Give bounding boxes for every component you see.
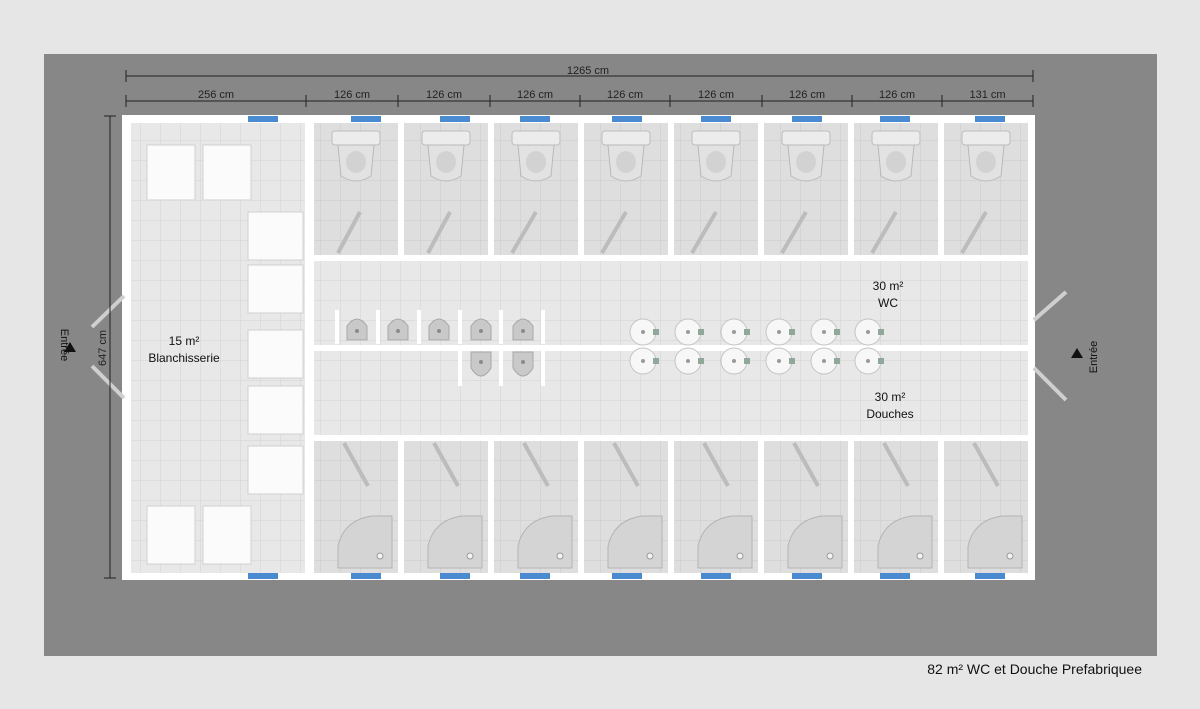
washing-machine bbox=[247, 329, 304, 379]
window bbox=[792, 573, 822, 579]
window bbox=[612, 116, 642, 122]
window bbox=[792, 116, 822, 122]
washing-machine bbox=[202, 144, 252, 201]
shower-cabin bbox=[674, 441, 758, 573]
segment-label: 126 cm bbox=[334, 89, 370, 101]
window bbox=[880, 573, 910, 579]
urinal-partition bbox=[458, 350, 462, 386]
segment-label: 126 cm bbox=[879, 89, 915, 101]
laundry-area-label: 15 m² bbox=[169, 334, 200, 348]
shower-name-label: Douches bbox=[866, 407, 913, 421]
shower-area-label: 30 m² bbox=[875, 390, 906, 404]
left-entrance-label: Entrée bbox=[58, 329, 70, 361]
wc-cabin bbox=[494, 123, 578, 255]
window bbox=[248, 116, 278, 122]
window bbox=[975, 573, 1005, 579]
right-entrance-label: Entrée bbox=[1088, 341, 1100, 373]
wc-cabin bbox=[404, 123, 488, 255]
shower-cabin bbox=[944, 441, 1028, 573]
shower-corridor bbox=[314, 351, 1028, 435]
urinal bbox=[428, 318, 450, 341]
window bbox=[440, 573, 470, 579]
washing-machine bbox=[202, 505, 252, 565]
window bbox=[701, 116, 731, 122]
wc-cabin bbox=[674, 123, 758, 255]
washing-machine bbox=[146, 144, 196, 201]
urinal bbox=[470, 318, 492, 341]
segment-label: 126 cm bbox=[789, 89, 825, 101]
wc-area-label: 30 m² bbox=[873, 279, 904, 293]
wc-cabin bbox=[854, 123, 938, 255]
window bbox=[975, 116, 1005, 122]
shower-cabin bbox=[404, 441, 488, 573]
washing-machine bbox=[247, 264, 304, 314]
urinal-partition bbox=[376, 310, 380, 344]
urinal-partition bbox=[335, 310, 339, 344]
window bbox=[248, 573, 278, 579]
shower-cabin bbox=[314, 441, 398, 573]
wc-cabin bbox=[314, 123, 398, 255]
wc-cabin bbox=[944, 123, 1028, 255]
segment-label: 126 cm bbox=[517, 89, 553, 101]
corridor-divider bbox=[314, 345, 1028, 351]
washing-machine bbox=[146, 505, 196, 565]
floor-plan: 1265 cm 256 cm 126 cm 126 cm 126 cm 126 cm 12… bbox=[44, 54, 1157, 656]
urinal bbox=[512, 318, 534, 341]
total-width-label: 1265 cm bbox=[567, 65, 609, 77]
urinal-partition bbox=[499, 350, 503, 386]
urinal bbox=[346, 318, 368, 341]
window bbox=[351, 573, 381, 579]
wc-name-label: WC bbox=[878, 296, 898, 310]
urinal bbox=[512, 351, 534, 377]
segment-label: 126 cm bbox=[698, 89, 734, 101]
window bbox=[520, 573, 550, 579]
urinal-partition bbox=[541, 350, 545, 386]
washing-machine bbox=[247, 445, 304, 495]
window bbox=[612, 573, 642, 579]
window bbox=[520, 116, 550, 122]
shower-cabin bbox=[854, 441, 938, 573]
window bbox=[701, 573, 731, 579]
depth-label: 647 cm bbox=[97, 330, 109, 366]
wc-cabin bbox=[764, 123, 848, 255]
segment-label: 126 cm bbox=[607, 89, 643, 101]
urinal-partition bbox=[417, 310, 421, 344]
plan-caption: 82 m² WC et Douche Prefabriquee bbox=[927, 661, 1142, 677]
washing-machine bbox=[247, 385, 304, 435]
wc-cabin bbox=[584, 123, 668, 255]
window bbox=[440, 116, 470, 122]
washing-machine bbox=[247, 211, 304, 261]
segment-label: 131 cm bbox=[969, 89, 1005, 101]
shower-cabin bbox=[584, 441, 668, 573]
laundry-name-label: Blanchisserie bbox=[148, 351, 220, 365]
urinal bbox=[387, 318, 409, 341]
segment-label: 126 cm bbox=[426, 89, 462, 101]
urinal bbox=[470, 351, 492, 377]
window bbox=[351, 116, 381, 122]
wc-corridor bbox=[314, 261, 1028, 345]
shower-cabin bbox=[764, 441, 848, 573]
urinal-partition bbox=[499, 310, 503, 344]
window bbox=[880, 116, 910, 122]
urinal-partition bbox=[458, 310, 462, 344]
shower-cabin bbox=[494, 441, 578, 573]
segment-label: 256 cm bbox=[198, 89, 234, 101]
urinal-partition bbox=[541, 310, 545, 344]
